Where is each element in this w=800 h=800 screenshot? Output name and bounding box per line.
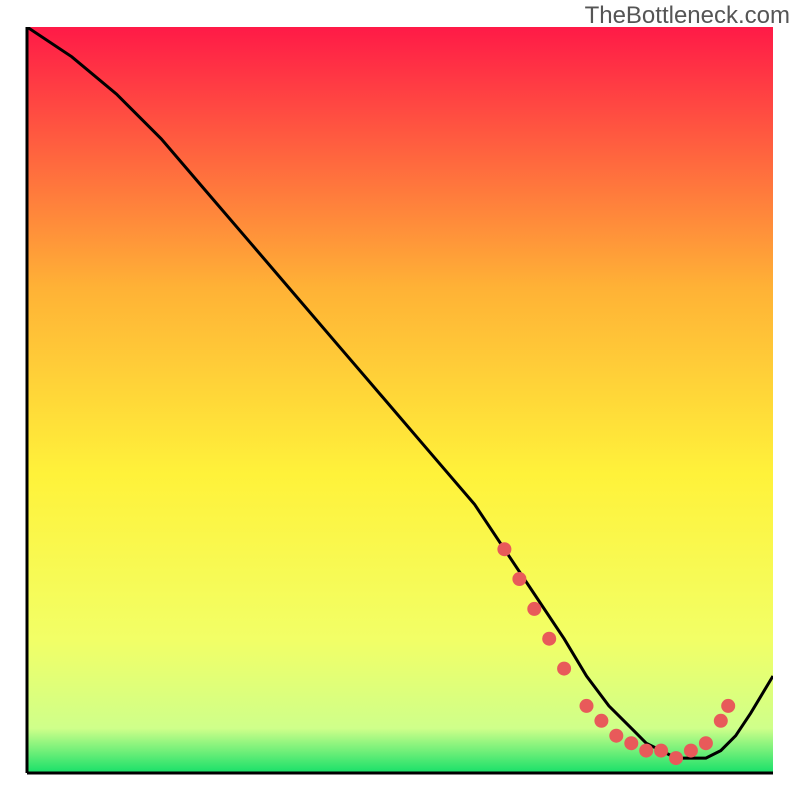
highlight-point	[497, 542, 511, 556]
highlight-point	[557, 662, 571, 676]
highlight-point	[714, 714, 728, 728]
highlight-point	[669, 751, 683, 765]
highlight-point	[639, 744, 653, 758]
highlight-point	[609, 729, 623, 743]
gradient-background	[27, 27, 773, 773]
highlight-point	[699, 736, 713, 750]
bottleneck-chart	[0, 0, 800, 800]
highlight-point	[654, 744, 668, 758]
chart-content	[27, 27, 773, 773]
highlight-point	[527, 602, 541, 616]
highlight-point	[512, 572, 526, 586]
highlight-point	[684, 744, 698, 758]
chart-stage: TheBottleneck.com	[0, 0, 800, 800]
highlight-point	[542, 632, 556, 646]
highlight-point	[721, 699, 735, 713]
highlight-point	[624, 736, 638, 750]
watermark-label: TheBottleneck.com	[585, 2, 790, 30]
highlight-point	[580, 699, 594, 713]
highlight-point	[594, 714, 608, 728]
